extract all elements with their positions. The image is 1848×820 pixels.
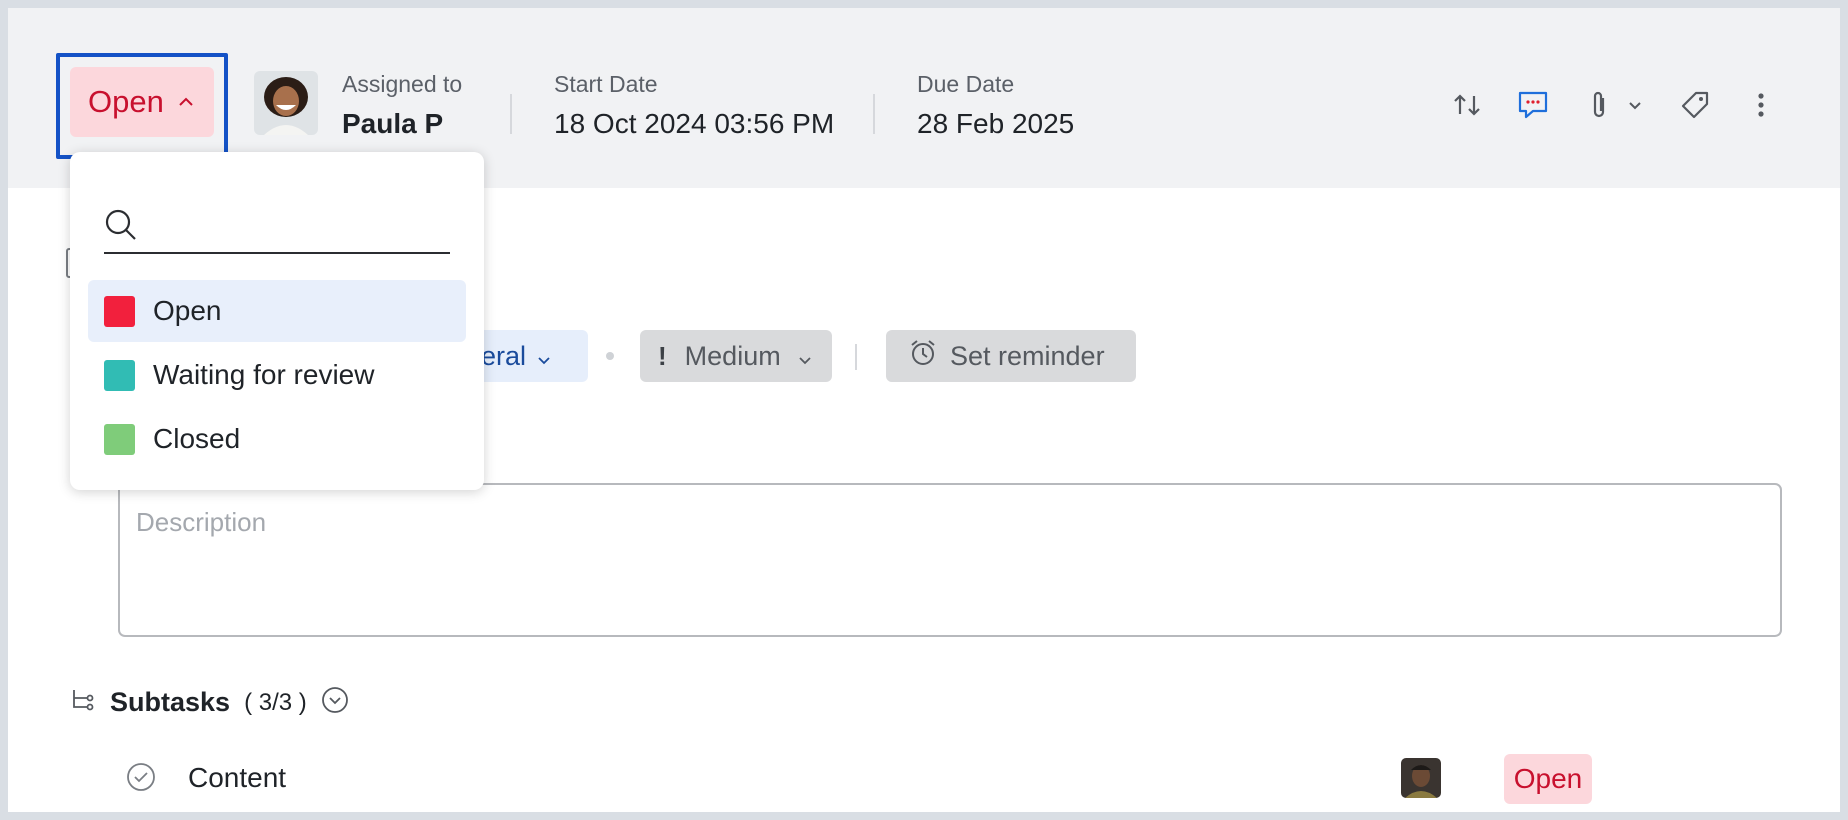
priority-label: Medium bbox=[684, 340, 781, 371]
status-option-label: Closed bbox=[153, 423, 241, 454]
status-dropdown-button[interactable]: Open bbox=[70, 67, 214, 137]
task-detail-panel: Open Assigned to Paula P Start Date 18 O… bbox=[8, 8, 1840, 812]
subtask-label[interactable]: Content bbox=[188, 762, 286, 794]
swap-icon[interactable] bbox=[1450, 88, 1484, 122]
alarm-clock-icon bbox=[908, 338, 938, 375]
separator-dot bbox=[606, 352, 614, 360]
divider bbox=[510, 94, 512, 134]
more-icon[interactable] bbox=[1744, 88, 1778, 122]
status-dropdown-menu: Open Waiting for review Closed bbox=[70, 152, 484, 490]
status-color-swatch bbox=[104, 423, 135, 455]
priority-dropdown[interactable]: ! Medium bbox=[640, 330, 832, 382]
set-reminder-button[interactable]: Set reminder bbox=[886, 330, 1136, 382]
subtasks-header: Subtasks ( 3/3 ) bbox=[70, 686, 349, 719]
subtask-row[interactable]: Content Open bbox=[126, 754, 1626, 808]
assignee-avatar[interactable] bbox=[254, 71, 318, 135]
status-option-open[interactable]: Open bbox=[88, 280, 466, 342]
due-date-label: Due Date bbox=[917, 71, 1015, 97]
subtasks-title: Subtasks bbox=[110, 687, 231, 717]
subtask-status-badge[interactable]: Open bbox=[1504, 754, 1592, 804]
subtask-assignee-avatar[interactable] bbox=[1401, 758, 1441, 798]
start-date-block[interactable]: Start Date 18 Oct 2024 03:56 PM bbox=[554, 71, 834, 140]
divider bbox=[855, 344, 857, 370]
priority-icon: ! bbox=[658, 340, 667, 371]
status-option-label: Waiting for review bbox=[153, 359, 375, 390]
status-search-input[interactable] bbox=[150, 208, 440, 244]
set-reminder-label: Set reminder bbox=[950, 340, 1105, 371]
assigned-to-label: Assigned to bbox=[342, 71, 463, 97]
assignee-name: Paula P bbox=[342, 108, 444, 139]
collapse-toggle-icon[interactable] bbox=[321, 686, 349, 719]
subtasks-icon bbox=[70, 687, 96, 718]
search-icon bbox=[104, 208, 138, 247]
chevron-down-icon[interactable] bbox=[1624, 88, 1646, 122]
start-date-label: Start Date bbox=[554, 71, 658, 97]
chevron-up-icon bbox=[178, 90, 194, 113]
status-color-swatch bbox=[104, 359, 135, 391]
description-field[interactable]: Description bbox=[118, 483, 1782, 637]
comment-icon[interactable] bbox=[1516, 88, 1550, 122]
status-option-label: Open bbox=[153, 295, 222, 326]
status-search-field[interactable] bbox=[104, 202, 450, 254]
status-color-swatch bbox=[104, 295, 135, 327]
assignee-block[interactable]: Assigned to Paula P bbox=[342, 71, 462, 140]
chevron-down-icon bbox=[799, 341, 811, 372]
chevron-down-icon bbox=[538, 341, 550, 372]
attachment-icon[interactable] bbox=[1582, 88, 1616, 122]
status-option-closed[interactable]: Closed bbox=[88, 408, 466, 470]
check-circle-icon[interactable] bbox=[126, 762, 156, 797]
status-button-label: Open bbox=[88, 84, 164, 119]
description-placeholder: Description bbox=[136, 507, 267, 537]
divider bbox=[873, 94, 875, 134]
subtask-status-label: Open bbox=[1513, 763, 1583, 794]
status-option-waiting-for-review[interactable]: Waiting for review bbox=[88, 344, 466, 406]
due-date-block[interactable]: Due Date 28 Feb 2025 bbox=[917, 71, 1074, 140]
tag-icon[interactable] bbox=[1678, 88, 1712, 122]
start-date-value: 18 Oct 2024 03:56 PM bbox=[554, 108, 835, 139]
due-date-value: 28 Feb 2025 bbox=[917, 108, 1075, 139]
subtasks-count: ( 3/3 ) bbox=[244, 688, 307, 716]
